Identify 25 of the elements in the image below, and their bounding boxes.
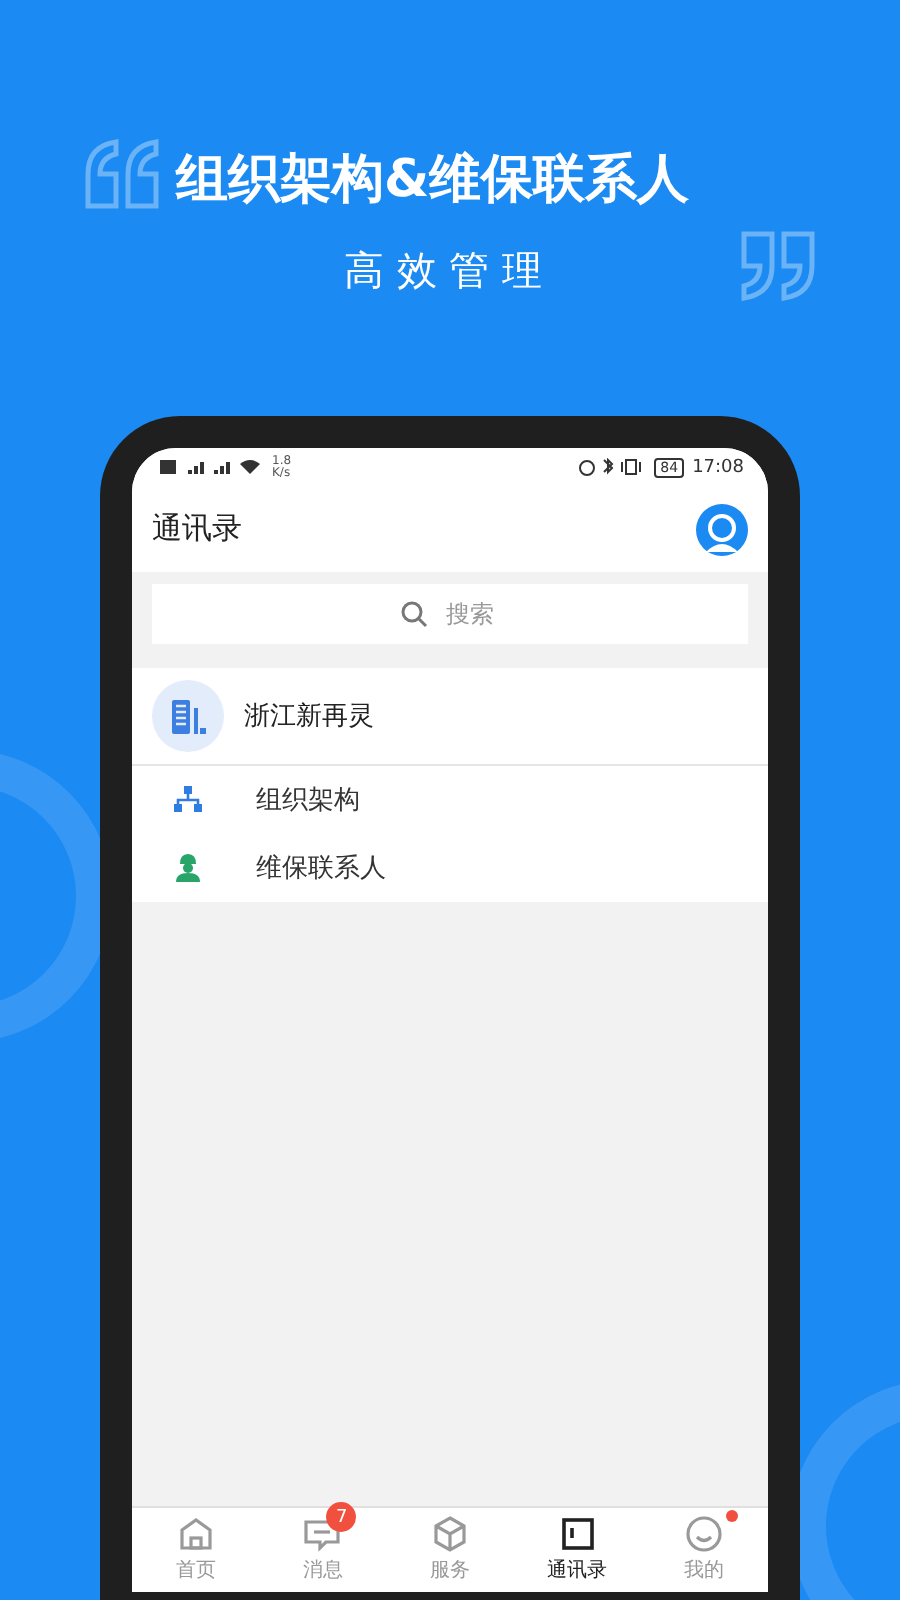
building-icon bbox=[152, 679, 224, 752]
status-icons-drawing bbox=[578, 458, 647, 477]
banner-subtitle: 高 效 管 理 bbox=[344, 244, 543, 298]
organization-row[interactable]: 浙江新再灵 bbox=[132, 667, 768, 766]
status-time: 17:08 bbox=[692, 457, 744, 478]
page-title: 通讯录 bbox=[152, 510, 242, 549]
nav-tab[interactable]: 7 消息 bbox=[259, 1507, 387, 1592]
organization-name: 浙江新再灵 bbox=[244, 699, 374, 734]
cube-icon bbox=[429, 1514, 470, 1555]
unread-badge: 7 bbox=[326, 1502, 357, 1533]
signal-icons-drawing bbox=[160, 458, 264, 477]
banner-title: 组织架构&维保联系人 bbox=[176, 148, 690, 214]
contact-list-item[interactable]: 组织架构 bbox=[132, 765, 768, 834]
avatar-icon[interactable] bbox=[696, 503, 748, 556]
quote-icon bbox=[736, 230, 820, 302]
hierarchy-icon bbox=[172, 783, 204, 816]
smiley-icon bbox=[684, 1514, 725, 1555]
contact-list-item[interactable]: 维保联系人 bbox=[132, 833, 768, 902]
search-field[interactable]: 搜索 bbox=[152, 583, 748, 644]
home-icon bbox=[175, 1514, 216, 1555]
quote-icon bbox=[80, 138, 164, 210]
worker-icon bbox=[172, 851, 204, 884]
contacts-icon bbox=[557, 1514, 598, 1555]
nav-tab[interactable]: 通讯录 bbox=[513, 1507, 641, 1592]
search-icon bbox=[400, 599, 428, 628]
